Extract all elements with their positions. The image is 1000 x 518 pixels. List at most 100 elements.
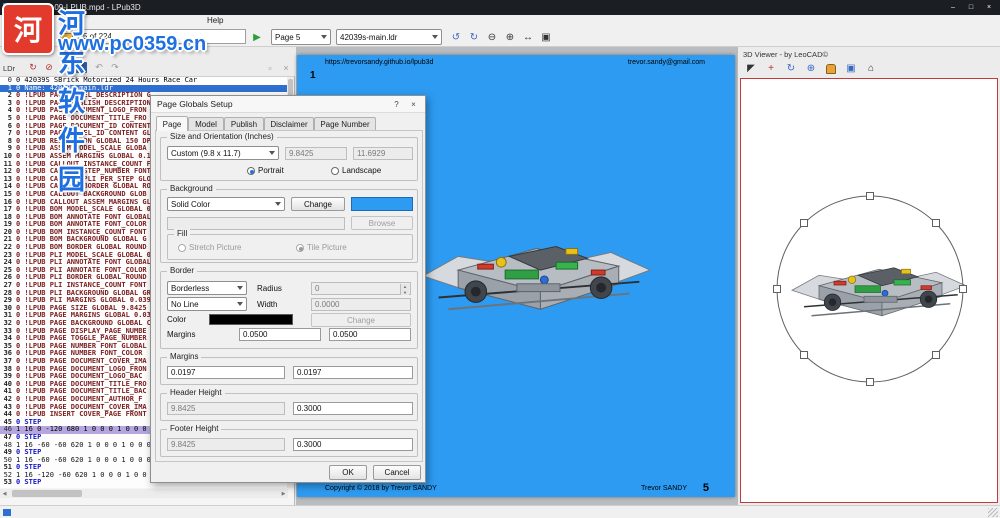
cancel-button[interactable]: Cancel	[373, 465, 421, 480]
page-header-url[interactable]: https://trevorsandy.github.io/lpub3d	[325, 59, 433, 66]
orbit-handle[interactable]	[774, 286, 781, 293]
3d-viewport[interactable]	[740, 78, 998, 503]
tab-page-number[interactable]: Page Number	[314, 117, 376, 130]
tab-disclaimer[interactable]: Disclaimer	[264, 117, 314, 130]
pan-hand-tool-icon[interactable]	[823, 61, 839, 76]
line-text: 0 !LPUB BOM MODEL_SCALE GLOBAL 0	[14, 206, 151, 214]
editor-selection-icon[interactable]: ⊘	[42, 61, 56, 74]
radius-label: Radius	[257, 284, 282, 293]
fit-page-icon[interactable]: ▣	[538, 30, 554, 45]
footer-height-value: 0.3000	[297, 440, 321, 449]
rotate-view-tool-icon[interactable]: ↻	[783, 61, 799, 76]
line-number: 39	[0, 373, 14, 381]
landscape-radio[interactable]: Landscape	[331, 166, 381, 175]
border-line-combo[interactable]: No Line	[167, 297, 247, 311]
3d-viewer-title: 3D Viewer - by LeoCAD©	[743, 50, 828, 59]
scroll-left-icon[interactable]: ◀	[0, 491, 9, 497]
margin-y-value: 0.0197	[297, 368, 321, 377]
editor-redo-icon[interactable]: ↷	[108, 61, 122, 74]
orbit-handle[interactable]	[933, 220, 940, 227]
editor-update-icon[interactable]: ↻	[26, 61, 40, 74]
dialog-close-button[interactable]: ×	[405, 96, 422, 113]
scrollbar-thumb[interactable]	[12, 490, 82, 497]
panel-float-icon[interactable]: ▫	[263, 61, 277, 74]
zoom-in-icon[interactable]: ⊕	[502, 30, 518, 45]
size-preset-combo[interactable]: Custom (9.8 x 11.7)	[167, 146, 279, 160]
margin-y-field[interactable]: 0.0197	[293, 366, 413, 379]
border-margin-x-field[interactable]: 0.0500	[239, 328, 321, 341]
radius-value: 0	[315, 284, 319, 293]
line-text: 0 !LPUB PLI MODEL_SCALE GLOBAL 0.	[14, 252, 155, 260]
menu-help[interactable]: Help	[207, 16, 223, 25]
rotate-ccw-icon[interactable]: ↺	[448, 30, 464, 45]
minimize-button[interactable]: –	[944, 0, 962, 15]
background-type-combo[interactable]: Solid Color	[167, 197, 285, 211]
line-number: 13	[0, 176, 14, 184]
rotate-cw-icon[interactable]: ↻	[466, 30, 482, 45]
watermark-site-url: www.pc0359.cn	[58, 33, 206, 56]
page-header-email[interactable]: trevor.sandy@gmail.com	[628, 59, 705, 66]
border-color-swatch[interactable]	[209, 314, 293, 325]
page-number[interactable]: 5	[703, 482, 709, 494]
step-number[interactable]: 1	[310, 70, 316, 81]
assembly-image[interactable]	[419, 218, 654, 328]
zoom-region-tool-icon[interactable]: ▣	[843, 61, 859, 76]
ok-button[interactable]: OK	[329, 465, 367, 480]
home-view-icon[interactable]: ⌂	[863, 61, 879, 76]
page-combo[interactable]: Page 5	[271, 29, 331, 45]
fit-width-icon[interactable]: ↔	[520, 30, 536, 45]
move-tool-icon[interactable]: +	[763, 61, 779, 76]
editor-horizontal-scrollbar[interactable]: ◀ ▶	[0, 489, 288, 498]
editor-line-1[interactable]: 10 Name: 42039s-main.ldr	[0, 85, 288, 93]
editor-undo-icon[interactable]: ↶	[92, 61, 106, 74]
tab-publish[interactable]: Publish	[224, 117, 264, 130]
footer-height-field[interactable]: 0.3000	[293, 438, 413, 451]
page-footer-copyright[interactable]: Copyright © 2018 by Trevor SANDY	[325, 485, 437, 492]
background-color-swatch[interactable]	[351, 197, 413, 211]
footer-height-group: Footer Height 9.8425 0.3000	[160, 429, 418, 457]
line-number: 23	[0, 252, 14, 260]
orbit-handle[interactable]	[801, 220, 808, 227]
line-number: 34	[0, 335, 14, 343]
submodel-combo-value: 42039s-main.ldr	[340, 33, 397, 42]
header-height-field[interactable]: 0.3000	[293, 402, 413, 415]
header-width-value: 9.8425	[171, 404, 195, 413]
portrait-radio[interactable]: Portrait	[247, 166, 284, 175]
orbit-handle[interactable]	[933, 352, 940, 359]
next-page-button[interactable]: ▶	[249, 30, 265, 45]
resize-grip[interactable]	[988, 508, 998, 517]
maximize-button[interactable]: □	[962, 0, 980, 15]
orbit-handle[interactable]	[867, 379, 874, 386]
line-number: 15	[0, 191, 14, 199]
menu-bar: Help	[0, 15, 1000, 27]
tab-model[interactable]: Model	[188, 117, 224, 130]
radio-dot-icon	[247, 167, 255, 175]
select-tool-icon[interactable]: ◤	[743, 61, 759, 76]
orbit-handle[interactable]	[960, 286, 967, 293]
zoom-tool-icon[interactable]: ⊕	[803, 61, 819, 76]
line-number: 18	[0, 214, 14, 222]
margin-x-field[interactable]: 0.0197	[167, 366, 285, 379]
stretch-picture-radio: Stretch Picture	[178, 243, 241, 252]
line-number: 21	[0, 236, 14, 244]
submodel-combo[interactable]: 42039s-main.ldr	[336, 29, 442, 45]
zoom-out-icon[interactable]: ⊖	[484, 30, 500, 45]
orbit-handle[interactable]	[867, 193, 874, 200]
radius-spinbox: 0 ▲▼	[311, 282, 411, 295]
close-button[interactable]: ×	[980, 0, 998, 15]
line-number: 36	[0, 350, 14, 358]
line-text: 0 !LPUB PLI ANNOTATE FONT_COLOR G	[14, 267, 155, 275]
dialog-help-button[interactable]: ?	[388, 96, 405, 113]
panel-close-icon[interactable]: ×	[279, 61, 293, 74]
border-type-combo[interactable]: Borderless	[167, 281, 247, 295]
chevron-down-icon	[275, 202, 281, 209]
orbit-handle[interactable]	[801, 352, 808, 359]
scroll-right-icon[interactable]: ▶	[279, 491, 288, 497]
editor-line-0[interactable]: 00 42039S SBrick Motorized 24 Hours Race…	[0, 77, 288, 85]
tab-page[interactable]: Page	[156, 116, 188, 131]
line-number: 20	[0, 229, 14, 237]
page-footer-author[interactable]: Trevor SANDY	[641, 485, 687, 492]
chevron-down-icon	[237, 302, 243, 309]
border-margin-y-field[interactable]: 0.0500	[329, 328, 411, 341]
background-change-button[interactable]: Change	[291, 197, 345, 211]
